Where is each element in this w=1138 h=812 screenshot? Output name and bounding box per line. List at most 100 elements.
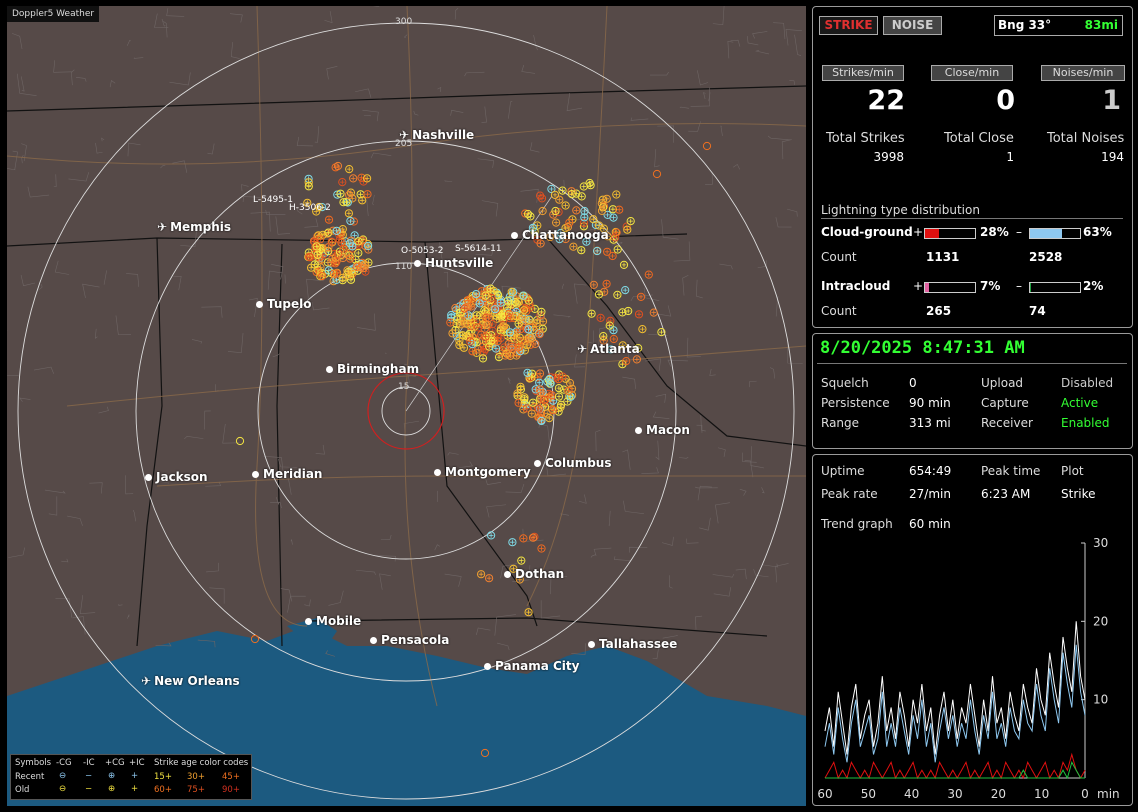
legend-pos-ic-icon: +	[131, 771, 139, 781]
storm-label: O-5053-2	[401, 246, 444, 256]
city-label-montgomery: Montgomery	[434, 465, 531, 479]
strikes-per-min-button[interactable]: Strikes/min	[822, 65, 904, 81]
ic-negative-count: 74	[1029, 304, 1046, 318]
trend-x-tick-label: 30	[947, 787, 962, 801]
legend-row-old: Old	[15, 785, 30, 795]
distance-value: 83mi	[1084, 18, 1118, 32]
cg-plus-sign: +	[913, 225, 924, 239]
strikes-per-min-value: 22	[867, 85, 905, 116]
watermark: Doppler5 Weather	[7, 6, 100, 22]
total-strikes-label: Total Strikes	[826, 131, 905, 146]
city-label-memphis: ✈ Memphis	[157, 220, 231, 234]
city-name: Atlanta	[590, 342, 640, 356]
legend-header: -CG	[56, 758, 72, 768]
noises-per-min-button[interactable]: Noises/min	[1041, 65, 1125, 81]
peak-time-value: 6:23 AM	[981, 487, 1031, 501]
city-label-tallahassee: Tallahassee	[588, 637, 677, 651]
trend-graph: 30 20 10 60 50 40 30 20 10 0 min	[817, 536, 1120, 801]
total-close-value: 1	[1006, 150, 1014, 164]
city-label-new-orleans: ✈ New Orleans	[141, 674, 240, 688]
trend-x-tick-label: 60	[817, 787, 832, 801]
city-dot-icon	[484, 663, 491, 670]
airport-icon: ✈	[157, 220, 168, 234]
airport-icon: ✈	[399, 128, 410, 142]
legend-header: +CG	[105, 758, 125, 768]
legend-header: +IC	[129, 758, 145, 768]
range-label: Range	[821, 416, 860, 430]
cg-positive-pct: 28%	[980, 225, 1009, 239]
range-label-15: 15	[398, 382, 410, 392]
county-lines	[7, 6, 803, 660]
city-label-columbus: Columbus	[534, 456, 612, 470]
upload-value: Disabled	[1061, 376, 1114, 390]
strike-mode-button[interactable]: STRIKE	[819, 16, 878, 35]
distribution-title: Lightning type distribution	[821, 203, 980, 217]
peak-rate-value: 27/min	[909, 487, 951, 501]
ic-count-label: Count	[821, 304, 857, 318]
legend-neg-cg-icon: ⊖	[59, 784, 67, 794]
capture-value: Active	[1061, 396, 1099, 410]
squelch-label: Squelch	[821, 376, 869, 390]
cg-negative-pct: 63%	[1083, 225, 1112, 239]
current-datetime: 8/20/2025 8:47:31 AM	[820, 338, 1025, 358]
upload-label: Upload	[981, 376, 1024, 390]
legend-age-60: 60+	[154, 785, 172, 795]
city-name: Birmingham	[337, 362, 420, 376]
plot-value[interactable]: Strike	[1061, 487, 1096, 501]
legend-row-recent: Recent	[15, 772, 45, 782]
city-label-dothan: Dothan	[504, 567, 564, 581]
receiver-value: Enabled	[1061, 416, 1110, 430]
legend-age-title: Strike age color codes	[154, 758, 249, 768]
noise-mode-button[interactable]: NOISE	[883, 16, 942, 35]
city-name: Tupelo	[267, 297, 312, 311]
distribution-divider	[821, 218, 1123, 219]
legend-neg-ic-icon: −	[85, 784, 93, 794]
ic-minus-sign: –	[1016, 279, 1022, 293]
trend-x-tick-label: 40	[904, 787, 919, 801]
range-label-300: 300	[395, 17, 413, 27]
city-name: New Orleans	[154, 674, 240, 688]
city-dot-icon	[534, 460, 541, 467]
ic-negative-pct: 2%	[1083, 279, 1104, 293]
uptime-label: Uptime	[821, 464, 865, 478]
stats-panel: Uptime 654:49 Peak time Plot Peak rate 2…	[812, 454, 1133, 806]
ic-negative-bar	[1029, 282, 1081, 293]
city-dot-icon	[588, 641, 595, 648]
city-label-nashville: ✈ Nashville	[399, 128, 474, 142]
close-per-min-button[interactable]: Close/min	[931, 65, 1013, 81]
city-name: Huntsville	[425, 256, 494, 270]
trend-x-tick-label: 50	[861, 787, 876, 801]
cg-count-label: Count	[821, 250, 857, 264]
city-name: Panama City	[495, 659, 580, 673]
city-name: Dothan	[515, 567, 565, 581]
settings-divider	[817, 363, 1127, 364]
city-name: Nashville	[412, 128, 475, 142]
legend-neg-ic-icon: −	[85, 771, 93, 781]
total-strikes-value: 3998	[873, 150, 904, 164]
total-noises-label: Total Noises	[1047, 131, 1125, 146]
legend-age-90: 90+	[222, 785, 240, 795]
persistence-value: 90 min	[909, 396, 951, 410]
city-dot-icon	[252, 471, 259, 478]
total-noises-value: 194	[1101, 150, 1124, 164]
capture-label: Capture	[981, 396, 1029, 410]
cg-negative-count: 2528	[1029, 250, 1063, 264]
city-dot-icon	[434, 469, 441, 476]
strike-marker	[702, 141, 712, 151]
range-value: 313 mi	[909, 416, 951, 430]
city-label-mobile: Mobile	[305, 614, 361, 628]
city-name: Meridian	[263, 467, 323, 481]
legend-age-30: 30+	[187, 772, 205, 782]
peak-rate-label: Peak rate	[821, 487, 878, 501]
trend-x-axis-label: min	[1097, 787, 1120, 801]
city-name: Tallahassee	[599, 637, 678, 651]
lightning-map[interactable]: Doppler5 Weather 300 205 110 15 ✈ Nashvil…	[7, 6, 806, 806]
city-dot-icon	[504, 571, 511, 578]
close-per-min-value: 0	[996, 85, 1015, 116]
squelch-value: 0	[909, 376, 917, 390]
trend-y-tick-label: 30	[1093, 536, 1108, 550]
city-label-birmingham: Birmingham	[326, 362, 419, 376]
ic-plus-sign: +	[913, 279, 924, 293]
city-dot-icon	[326, 366, 333, 373]
trend-graph-value: 60 min	[909, 517, 951, 531]
